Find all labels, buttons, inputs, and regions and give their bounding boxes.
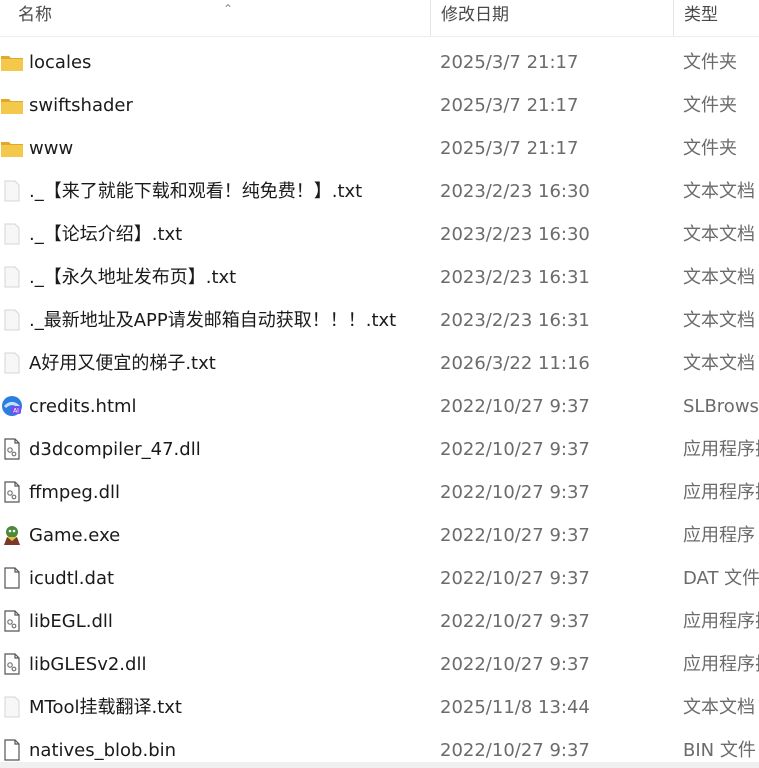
file-row[interactable]: MTool挂载翻译.txt 2025/11/8 13:44 文本文档	[0, 686, 759, 729]
file-name: locales	[29, 52, 92, 73]
text-file-icon	[0, 695, 24, 719]
file-row[interactable]: A好用又便宜的梯子.txt 2026/3/22 11:16 文本文档	[0, 342, 759, 385]
file-date: 2023/2/23 16:30	[440, 224, 590, 245]
file-type: 文本文档	[683, 181, 755, 202]
file-row[interactable]: libGLESv2.dll 2022/10/27 9:37 应用程序扩	[0, 643, 759, 686]
game-exe-icon	[0, 523, 24, 547]
file-name: credits.html	[29, 396, 137, 417]
file-row[interactable]: ._最新地址及APP请发邮箱自动获取！！！.txt 2023/2/23 16:3…	[0, 299, 759, 342]
file-name: icudtl.dat	[29, 568, 115, 589]
file-date: 2025/3/7 21:17	[440, 95, 579, 116]
column-header-type[interactable]: 类型	[673, 0, 759, 36]
file-row[interactable]: AI credits.html 2022/10/27 9:37 SLBrowse	[0, 385, 759, 428]
column-header-date[interactable]: 修改日期	[430, 0, 673, 36]
file-type: 文件夹	[683, 52, 737, 73]
file-row[interactable]: ._【来了就能下载和观看！纯免费！】.txt 2023/2/23 16:30 文…	[0, 170, 759, 213]
sort-caret-icon: ⌃	[223, 2, 234, 16]
blank-file-icon	[0, 738, 24, 762]
file-name: www	[29, 138, 74, 159]
file-list: locales 2025/3/7 21:17 文件夹 swiftshader 2…	[0, 41, 759, 768]
file-date: 2025/11/8 13:44	[440, 697, 590, 718]
horizontal-scrollbar[interactable]	[0, 762, 759, 768]
text-file-icon	[0, 222, 24, 246]
file-date: 2022/10/27 9:37	[440, 482, 590, 503]
file-type: DAT 文件	[683, 568, 759, 589]
file-row[interactable]: ._【永久地址发布页】.txt 2023/2/23 16:31 文本文档	[0, 256, 759, 299]
file-row[interactable]: swiftshader 2025/3/7 21:17 文件夹	[0, 84, 759, 127]
file-name: ._【永久地址发布页】.txt	[29, 267, 237, 288]
file-type: 文本文档	[683, 353, 755, 374]
folder-icon	[0, 93, 24, 117]
file-name: libEGL.dll	[29, 611, 113, 632]
column-header-date-label: 修改日期	[441, 5, 509, 25]
file-type: 应用程序	[683, 525, 755, 546]
file-date: 2026/3/22 11:16	[440, 353, 590, 374]
folder-icon	[0, 136, 24, 160]
file-type: SLBrowse	[683, 396, 759, 417]
file-date: 2022/10/27 9:37	[440, 439, 590, 460]
file-row[interactable]: ffmpeg.dll 2022/10/27 9:37 应用程序扩	[0, 471, 759, 514]
file-type: 文本文档	[683, 224, 755, 245]
file-date: 2025/3/7 21:17	[440, 138, 579, 159]
file-date: 2023/2/23 16:31	[440, 267, 590, 288]
dll-file-icon	[0, 480, 24, 504]
file-name: A好用又便宜的梯子.txt	[29, 353, 216, 374]
column-header-name-label: 名称	[18, 5, 52, 25]
blank-file-icon	[0, 566, 24, 590]
file-name: ._最新地址及APP请发邮箱自动获取！！！.txt	[29, 310, 397, 331]
file-type: 应用程序扩	[683, 654, 759, 675]
file-name: libGLESv2.dll	[29, 654, 147, 675]
file-row[interactable]: d3dcompiler_47.dll 2022/10/27 9:37 应用程序扩	[0, 428, 759, 471]
text-file-icon	[0, 179, 24, 203]
file-row[interactable]: locales 2025/3/7 21:17 文件夹	[0, 41, 759, 84]
file-row[interactable]: icudtl.dat 2022/10/27 9:37 DAT 文件	[0, 557, 759, 600]
file-name: ._【来了就能下载和观看！纯免费！】.txt	[29, 181, 363, 202]
file-date: 2022/10/27 9:37	[440, 611, 590, 632]
file-date: 2025/3/7 21:17	[440, 52, 579, 73]
file-row[interactable]: libEGL.dll 2022/10/27 9:37 应用程序扩	[0, 600, 759, 643]
file-date: 2022/10/27 9:37	[440, 654, 590, 675]
file-name: ._【论坛介绍】.txt	[29, 224, 183, 245]
text-file-icon	[0, 308, 24, 332]
column-header-type-label: 类型	[684, 5, 718, 25]
file-date: 2022/10/27 9:37	[440, 396, 590, 417]
file-date: 2022/10/27 9:37	[440, 568, 590, 589]
file-type: 应用程序扩	[683, 611, 759, 632]
file-row[interactable]: ._【论坛介绍】.txt 2023/2/23 16:30 文本文档	[0, 213, 759, 256]
dll-file-icon	[0, 437, 24, 461]
browser-html-icon: AI	[0, 394, 24, 418]
file-row[interactable]: www 2025/3/7 21:17 文件夹	[0, 127, 759, 170]
text-file-icon	[0, 265, 24, 289]
file-name: MTool挂载翻译.txt	[29, 697, 182, 718]
svg-text:AI: AI	[13, 408, 19, 415]
file-name: d3dcompiler_47.dll	[29, 439, 201, 460]
file-type: 文本文档	[683, 697, 755, 718]
dll-file-icon	[0, 609, 24, 633]
file-type: 文件夹	[683, 138, 737, 159]
file-date: 2023/2/23 16:31	[440, 310, 590, 331]
file-type: 文件夹	[683, 95, 737, 116]
file-name: swiftshader	[29, 95, 133, 116]
file-row[interactable]: Game.exe 2022/10/27 9:37 应用程序	[0, 514, 759, 557]
file-type: 应用程序扩	[683, 439, 759, 460]
column-header-name[interactable]: 名称 ⌃	[8, 0, 428, 36]
column-header-bar: 名称 ⌃ 修改日期 类型	[0, 0, 759, 37]
folder-icon	[0, 50, 24, 74]
file-name: ffmpeg.dll	[29, 482, 121, 503]
text-file-icon	[0, 351, 24, 375]
file-type: 文本文档	[683, 267, 755, 288]
file-type: 应用程序扩	[683, 482, 759, 503]
file-type: 文本文档	[683, 310, 755, 331]
file-date: 2022/10/27 9:37	[440, 525, 590, 546]
file-name: Game.exe	[29, 525, 121, 546]
file-date: 2023/2/23 16:30	[440, 181, 590, 202]
dll-file-icon	[0, 652, 24, 676]
file-explorer-window: 名称 ⌃ 修改日期 类型 locales 2025/3/7 21:17 文件夹 …	[0, 0, 759, 768]
